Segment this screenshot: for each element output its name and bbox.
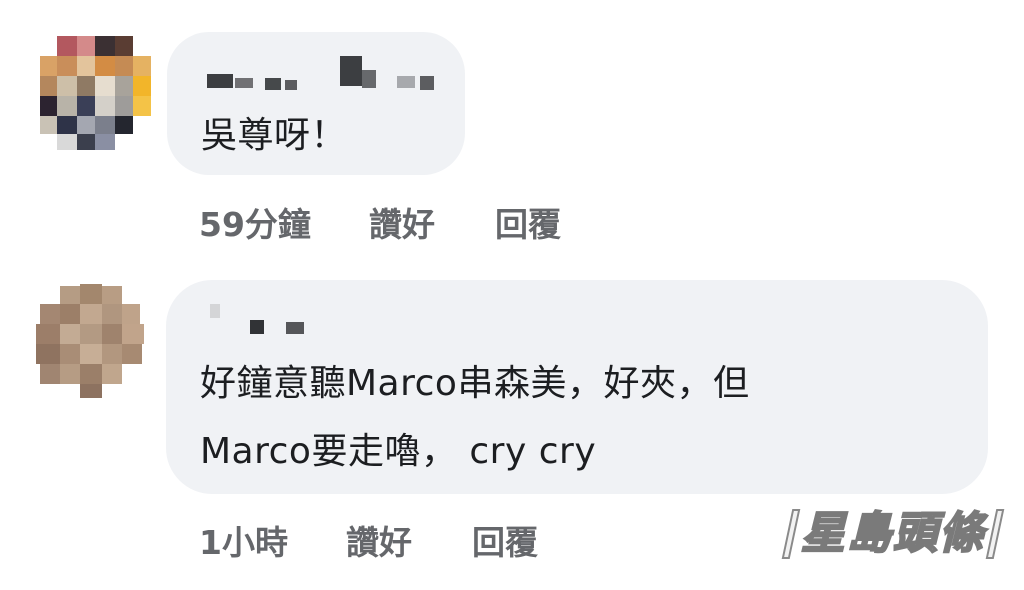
like-button[interactable]: 讚好 xyxy=(369,198,435,246)
comment-text-line: Marco要走嚕， cry cry xyxy=(200,431,597,472)
redacted-author-name[interactable] xyxy=(206,298,326,338)
comment-thread: 吳尊呀！ 59分鐘 讚好 回覆 好鐘意聽Marco串森美，好夾，但 Marco要… xyxy=(0,0,1024,590)
comment-bubble: 好鐘意聽Marco串森美，好夾，但 Marco要走嚕， cry cry xyxy=(166,280,988,494)
avatar[interactable] xyxy=(32,32,156,156)
watermark-bar-left xyxy=(781,509,801,559)
comment-text-line: 好鐘意聽Marco串森美，好夾，但 xyxy=(200,363,750,404)
timestamp[interactable]: 59分鐘 xyxy=(199,198,311,246)
watermark-logo: 星島頭條 xyxy=(781,505,1005,563)
comment-text: 好鐘意聽Marco串森美，好夾，但 Marco要走嚕， cry cry xyxy=(200,350,749,486)
avatar[interactable] xyxy=(30,280,154,404)
reply-button[interactable]: 回覆 xyxy=(495,198,561,246)
reply-button[interactable]: 回覆 xyxy=(472,516,538,564)
comment-bubble: 吳尊呀！ xyxy=(167,32,465,175)
watermark-text: 星島頭條 xyxy=(800,507,985,560)
like-button[interactable]: 讚好 xyxy=(346,516,412,564)
redacted-author-name[interactable] xyxy=(205,54,445,96)
watermark-bar-right xyxy=(985,509,1005,559)
comment-text: 吳尊呀！ xyxy=(201,115,348,156)
comment-actions: 59分鐘 讚好 回覆 xyxy=(199,198,561,246)
comment-actions: 1小時 讚好 回覆 xyxy=(199,516,538,564)
timestamp[interactable]: 1小時 xyxy=(199,516,288,564)
